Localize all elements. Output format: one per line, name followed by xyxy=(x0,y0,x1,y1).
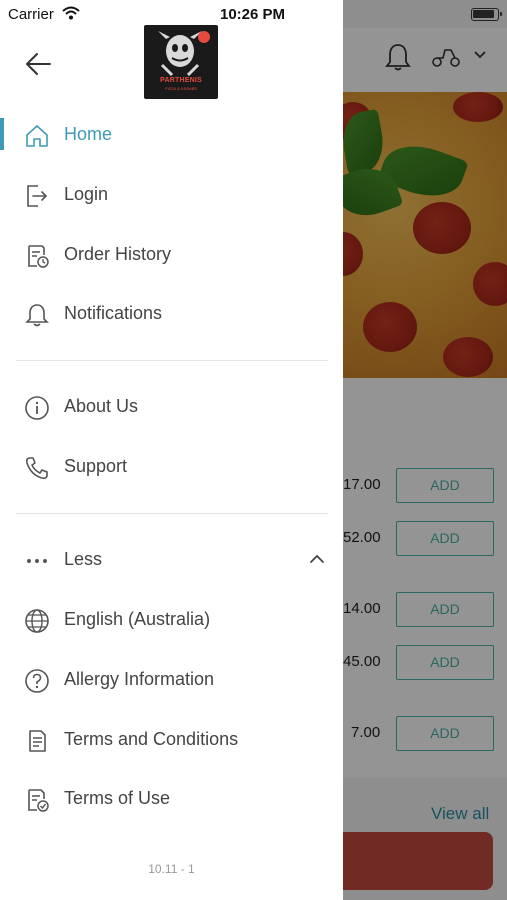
status-bar: Carrier 10:26 PM xyxy=(0,0,507,28)
navigation-drawer: PARTHENIS PIZZA & KEBABS Home Login Orde… xyxy=(0,0,343,900)
phone-icon xyxy=(25,457,48,480)
menu-item-terms-of-use[interactable]: Terms of Use xyxy=(0,771,343,827)
logo-subtitle: PIZZA & KEBABS xyxy=(164,86,197,91)
drawer-scrim[interactable] xyxy=(343,0,507,900)
menu-item-order-history[interactable]: Order History xyxy=(0,227,343,283)
menu-item-language[interactable]: English (Australia) xyxy=(0,592,343,648)
info-icon xyxy=(25,396,49,420)
document-icon xyxy=(29,730,46,752)
menu-item-label: Support xyxy=(64,456,128,476)
menu-item-label: Order History xyxy=(64,244,172,264)
menu-item-notifications[interactable]: Notifications xyxy=(0,286,343,342)
login-icon xyxy=(27,185,48,207)
menu-item-label: Less xyxy=(64,549,103,569)
battery-icon xyxy=(471,8,502,21)
menu-item-label: Terms of Use xyxy=(64,788,171,808)
restaurant-logo: PARTHENIS PIZZA & KEBABS xyxy=(144,25,218,99)
menu-item-label: Notifications xyxy=(64,303,163,323)
menu-item-label: About Us xyxy=(64,396,139,416)
menu-item-label: English (Australia) xyxy=(64,609,211,629)
menu-item-allergy-information[interactable]: Allergy Information xyxy=(0,652,343,708)
app-version: 10.11 - 1 xyxy=(148,862,195,876)
more-dots-icon xyxy=(27,559,47,563)
menu-item-label: Home xyxy=(64,124,113,144)
logo-name: PARTHENIS xyxy=(160,77,202,84)
menu-item-home[interactable]: Home xyxy=(0,107,343,163)
globe-icon xyxy=(25,609,49,633)
menu-item-less-toggle[interactable]: Less xyxy=(0,532,343,588)
help-circle-icon xyxy=(25,669,49,693)
menu-item-about-us[interactable]: About Us xyxy=(0,379,343,435)
carrier-label: Carrier xyxy=(8,6,54,23)
document-check-icon xyxy=(28,789,49,812)
menu-divider xyxy=(16,513,328,514)
menu-divider xyxy=(16,360,328,361)
menu-item-label: Terms and Conditions xyxy=(64,729,239,749)
back-arrow-icon[interactable] xyxy=(24,50,54,78)
menu-item-login[interactable]: Login xyxy=(0,167,343,223)
order-history-icon xyxy=(28,245,49,268)
background-app: 17.00 ADD 52.00 ADD 14.00 ADD 45.00 ADD … xyxy=(343,0,507,900)
menu-item-terms-and-conditions[interactable]: Terms and Conditions xyxy=(0,712,343,768)
menu-item-label: Login xyxy=(64,184,109,204)
bell-icon xyxy=(25,304,49,327)
menu-item-support[interactable]: Support xyxy=(0,439,343,495)
wifi-icon xyxy=(62,6,80,20)
clock-time: 10:26 PM xyxy=(220,6,286,23)
menu-item-label: Allergy Information xyxy=(64,669,215,689)
home-icon xyxy=(26,125,48,147)
chevron-up-icon xyxy=(310,554,324,563)
